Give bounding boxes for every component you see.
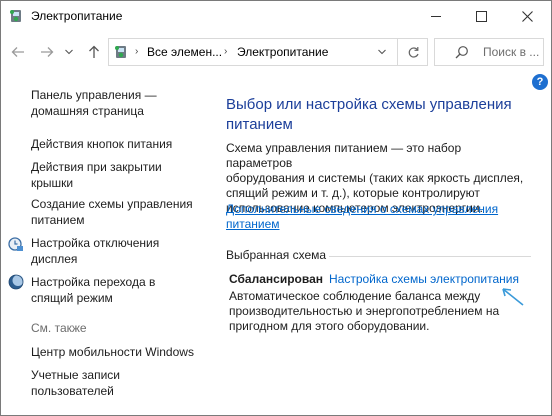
control-panel-window: Электропитание › Все элемен... › Электро… <box>0 0 552 416</box>
plan-description: Автоматическое соблюдение баланса между … <box>229 289 500 333</box>
sidebar-item-control-panel-home[interactable]: Панель управления — домашняя страница <box>31 87 157 119</box>
sidebar-item-user-accounts[interactable]: Учетные записи пользователей <box>31 367 120 399</box>
refresh-icon <box>408 46 419 58</box>
power-options-icon <box>10 10 21 22</box>
sidebar: Панель управления — домашняя страница Де… <box>1 73 206 415</box>
annotation-arrow-icon <box>502 288 524 306</box>
plan-name: Сбалансирован <box>229 272 323 286</box>
sidebar-item-lid-close[interactable]: Действия при закрытии крышки <box>31 159 162 191</box>
selected-plan-heading: Выбранная схема <box>226 248 327 262</box>
plan-settings-link[interactable]: Настройка схемы электропитания <box>329 272 519 286</box>
breadcrumb-separator-icon[interactable]: › <box>135 46 138 57</box>
breadcrumb-separator-icon[interactable]: › <box>224 46 227 57</box>
back-arrow-icon <box>11 47 24 57</box>
back-button[interactable] <box>9 43 27 61</box>
sidebar-item-display-off[interactable]: Настройка отключения дисплея <box>31 235 159 267</box>
see-also-heading: См. также <box>31 321 87 335</box>
up-arrow-icon <box>89 45 99 58</box>
sleep-moon-icon <box>8 274 24 290</box>
section-divider <box>329 256 531 257</box>
address-history-button[interactable] <box>371 39 393 65</box>
power-options-icon <box>115 46 126 58</box>
chevron-down-icon <box>378 49 386 55</box>
breadcrumb-all-items[interactable]: Все элемен... <box>147 45 222 59</box>
title-bar: Электропитание <box>1 1 551 31</box>
navigation-bar: › Все элемен... › Электропитание <box>1 31 551 73</box>
up-button[interactable] <box>85 43 103 61</box>
minimize-icon <box>430 15 441 17</box>
search-box[interactable] <box>434 38 544 66</box>
sidebar-item-sleep[interactable]: Настройка перехода в спящий режим <box>31 274 155 306</box>
sidebar-item-mobility-center[interactable]: Центр мобильности Windows <box>31 344 194 360</box>
maximize-icon <box>476 10 487 22</box>
page-title: Выбор или настройка схемы управления пит… <box>226 96 512 133</box>
search-input[interactable] <box>483 45 541 59</box>
close-button[interactable] <box>505 1 550 31</box>
power-plans-info-link[interactable]: Дополнительные сведения о схемах управле… <box>226 202 526 232</box>
sidebar-item-create-plan[interactable]: Создание схемы управления питанием <box>31 196 193 228</box>
sidebar-item-power-buttons[interactable]: Действия кнопок питания <box>31 136 172 152</box>
recent-locations-button[interactable] <box>63 43 75 61</box>
search-icon <box>455 46 468 59</box>
chevron-down-icon <box>65 49 73 55</box>
forward-button[interactable] <box>38 43 56 61</box>
address-bar[interactable]: › Все элемен... › Электропитание <box>108 38 428 66</box>
maximize-button[interactable] <box>459 1 504 31</box>
display-timer-icon <box>8 237 23 251</box>
refresh-button[interactable] <box>397 39 428 65</box>
window-title: Электропитание <box>31 9 123 23</box>
help-icon[interactable]: ? <box>532 74 548 90</box>
minimize-button[interactable] <box>413 1 458 31</box>
close-icon <box>522 10 533 22</box>
breadcrumb-power-options[interactable]: Электропитание <box>237 45 328 59</box>
forward-arrow-icon <box>41 47 54 57</box>
